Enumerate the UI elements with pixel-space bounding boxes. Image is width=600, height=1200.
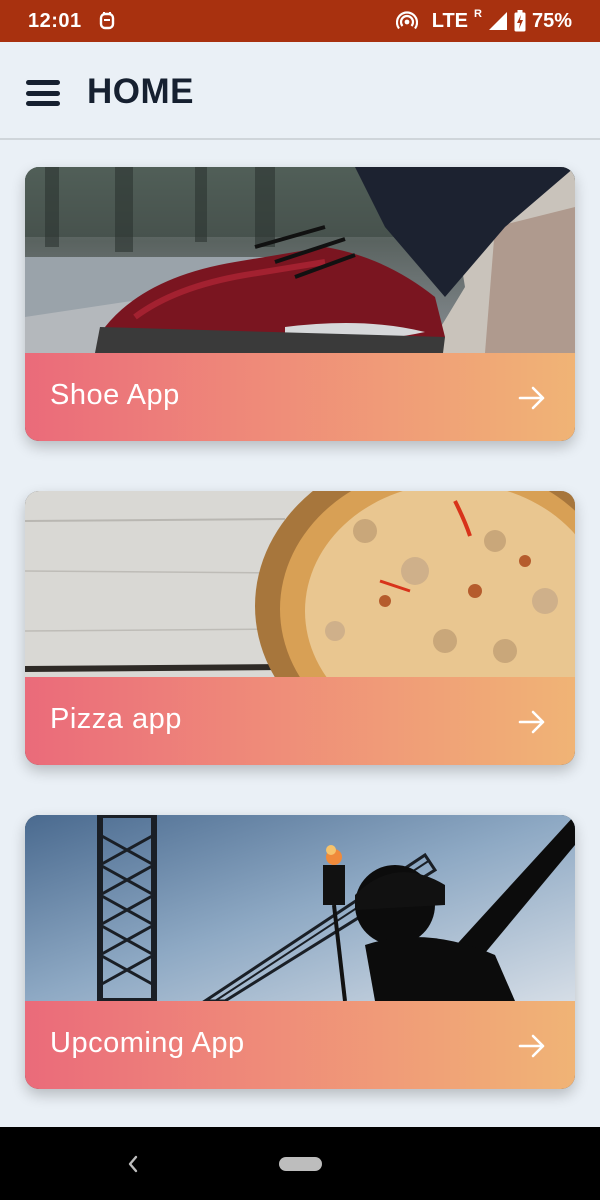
app-bar: HOME	[0, 42, 600, 140]
sneaker-photo	[25, 167, 575, 353]
arrow-right-icon[interactable]	[517, 1031, 547, 1061]
card-pizza-app[interactable]: Pizza app	[25, 491, 575, 765]
hamburger-menu-icon[interactable]	[26, 80, 60, 106]
construction-worker-photo	[25, 815, 575, 1001]
hotspot-icon	[395, 11, 418, 30]
card-shoe-app[interactable]: Shoe App	[25, 167, 575, 441]
status-bar: 12:01 LTE R 75%	[0, 0, 600, 42]
signal-icon	[488, 12, 507, 30]
battery-percent: 75%	[531, 9, 572, 32]
card-upcoming-app[interactable]: Upcoming App	[25, 815, 575, 1089]
arrow-right-icon[interactable]	[517, 707, 547, 737]
roaming-indicator: R	[474, 7, 482, 20]
card-label: Pizza app	[50, 703, 182, 735]
system-nav-bar	[0, 1127, 600, 1200]
pizza-photo	[25, 491, 575, 677]
status-right: LTE R 75%	[395, 7, 572, 33]
home-pill-icon[interactable]	[279, 1157, 322, 1171]
page-title: HOME	[87, 72, 194, 111]
back-chevron-icon[interactable]	[124, 1153, 142, 1175]
network-type: LTE	[431, 9, 469, 32]
battery-icon	[514, 10, 526, 32]
card-label: Upcoming App	[50, 1027, 245, 1059]
notification-icon	[99, 12, 114, 30]
card-label: Shoe App	[50, 379, 180, 411]
arrow-right-icon[interactable]	[517, 383, 547, 413]
status-time: 12:01	[28, 9, 82, 32]
